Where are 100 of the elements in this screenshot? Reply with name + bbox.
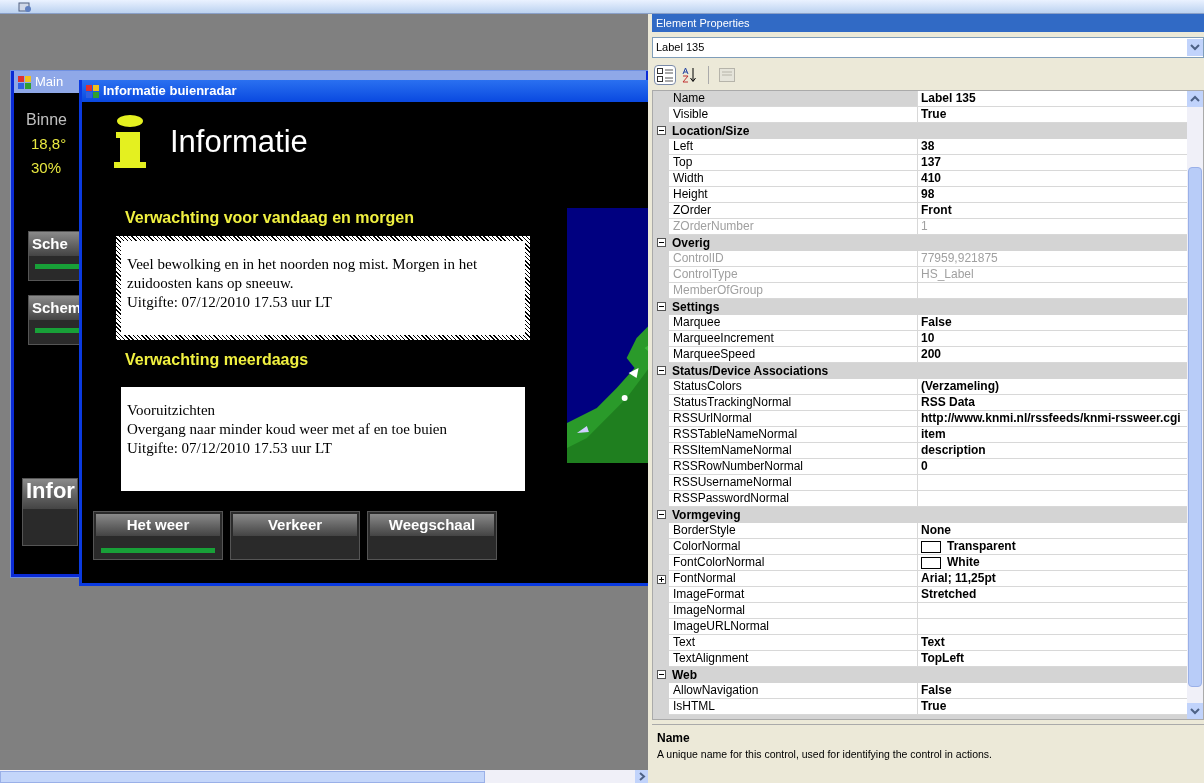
property-name[interactable]: Width [669, 171, 918, 187]
property-value: White [947, 555, 980, 570]
value-cell[interactable] [918, 283, 1187, 299]
property-name[interactable]: FontColorNormal [669, 555, 918, 571]
property-value: True [921, 107, 947, 122]
value-cell[interactable] [918, 603, 1187, 619]
section-heading: Verwachting voor vandaag en morgen [125, 208, 415, 228]
toolbar-icon[interactable] [18, 0, 32, 13]
category-title: Web [671, 666, 698, 684]
property-value: TopLeft [921, 651, 965, 666]
property-name[interactable]: ImageFormat [669, 587, 918, 603]
expand-icon[interactable] [656, 574, 666, 584]
property-value: 10 [921, 331, 935, 346]
property-name[interactable]: RSSItemNameNormal [669, 443, 918, 459]
property-value: None [921, 523, 951, 538]
property-name[interactable]: RSSRowNumberNormal [669, 459, 918, 475]
forecast-text: Veel bewolking en in het noorden nog mist. Morgen in het zuidoosten kans op sneeuw. [127, 255, 479, 293]
collapse-icon[interactable] [656, 366, 666, 375]
section-heading: Verwachting meerdaags [125, 350, 310, 370]
property-value: Stretched [921, 587, 977, 602]
property-name[interactable]: BorderStyle [669, 523, 918, 539]
value-cell[interactable] [918, 619, 1187, 635]
property-name[interactable]: ColorNormal [669, 539, 918, 555]
property-name[interactable]: RSSUsernameNormal [669, 475, 918, 491]
scroll-up-icon[interactable] [1187, 91, 1203, 107]
value-cell[interactable] [918, 491, 1187, 507]
collapse-icon[interactable] [656, 302, 666, 311]
menu-button[interactable]: Verkeer [230, 511, 360, 560]
property-name[interactable]: ImageURLNormal [669, 619, 918, 635]
menu-button[interactable]: Weegschaal [367, 511, 497, 560]
property-name[interactable]: FontNormal [669, 571, 918, 587]
scroll-down-icon[interactable] [1187, 703, 1203, 719]
chevron-down-icon [1187, 39, 1203, 56]
reading-label: 30% [31, 159, 62, 177]
property-value: Arial; 11,25pt [921, 571, 996, 586]
collapse-icon[interactable] [656, 670, 666, 679]
menu-button[interactable]: Sche [28, 231, 80, 281]
property-value: Label 135 [921, 91, 976, 106]
sort-icon [682, 67, 698, 83]
forecast-text: Overgang naar minder koud weer met af en toe buien [127, 420, 449, 439]
property-name[interactable]: Height [669, 187, 918, 203]
property-value: 410 [921, 171, 942, 186]
property-name[interactable]: RSSUrlNormal [669, 411, 918, 427]
panel-title: Element Properties [656, 15, 750, 31]
property-name[interactable]: TextAlignment [669, 651, 918, 667]
vertical-scrollbar[interactable] [1187, 91, 1203, 719]
property-value: 1 [921, 219, 928, 234]
forecast-text: Vooruitzichten [127, 401, 217, 420]
forecast-text: Uitgifte: 07/12/2010 17.53 uur LT [127, 439, 333, 458]
description-title: Name [657, 730, 691, 747]
property-value: False [921, 315, 952, 330]
collapse-icon[interactable] [656, 510, 666, 519]
horizontal-scrollbar[interactable] [0, 770, 648, 783]
property-name[interactable]: Left [669, 139, 918, 155]
property-value: RSS Data [921, 395, 976, 410]
property-pages-icon [719, 68, 735, 82]
property-name[interactable]: StatusColors [669, 379, 918, 395]
property-name[interactable]: MarqueeSpeed [669, 347, 918, 363]
scroll-thumb[interactable] [1188, 167, 1202, 687]
property-value: 98 [921, 187, 935, 202]
toolbar-button[interactable] [654, 65, 676, 85]
property-value: 0 [921, 459, 928, 474]
property-value: 77959,921875 [921, 251, 998, 266]
property-value: Transparent [947, 539, 1016, 554]
reading-label: 18,8° [31, 135, 67, 153]
property-name[interactable]: IsHTML [669, 699, 918, 715]
category-title: Overig [671, 234, 710, 252]
property-name[interactable]: RSSPasswordNormal [669, 491, 918, 507]
property-value: True [921, 699, 947, 714]
menu-button[interactable]: Het weer [93, 511, 223, 560]
page-heading: Informatie [170, 122, 308, 161]
property-name[interactable]: Text [669, 635, 918, 651]
element-dropdown[interactable]: Label 135 [652, 37, 1204, 58]
property-name[interactable]: Top [669, 155, 918, 171]
forecast-text: Uitgifte: 07/12/2010 17.53 uur LT [127, 293, 333, 312]
property-name[interactable]: Name [669, 91, 918, 107]
property-value: http://www.knmi.nl/rssfeeds/knmi-rssweer.cgi [921, 411, 1181, 426]
description-text: A unique name for this control, used for identifying the control in actions. [657, 747, 994, 762]
property-name[interactable]: RSSTableNameNormal [669, 427, 918, 443]
property-name[interactable]: ImageNormal [669, 603, 918, 619]
category-title: Location/Size [671, 122, 750, 140]
property-value: 200 [921, 347, 942, 362]
property-name[interactable]: Visible [669, 107, 918, 123]
category-title: Vormgeving [671, 506, 741, 524]
collapse-icon[interactable] [656, 238, 666, 247]
property-value: False [921, 683, 952, 698]
property-value: 38 [921, 139, 935, 154]
categorized-icon [657, 68, 673, 82]
scroll-thumb[interactable] [0, 770, 485, 783]
property-name[interactable]: StatusTrackingNormal [669, 395, 918, 411]
property-name[interactable]: AllowNavigation [669, 683, 918, 699]
collapse-icon[interactable] [656, 126, 666, 135]
property-name[interactable]: MarqueeIncrement [669, 331, 918, 347]
property-name[interactable]: Marquee [669, 315, 918, 331]
window-icon [86, 84, 99, 98]
property-name[interactable]: ZOrder [669, 203, 918, 219]
menu-button[interactable]: Infor [22, 478, 78, 546]
window-icon [18, 75, 31, 89]
value-cell[interactable] [918, 475, 1187, 491]
scroll-right-icon[interactable] [635, 770, 648, 783]
